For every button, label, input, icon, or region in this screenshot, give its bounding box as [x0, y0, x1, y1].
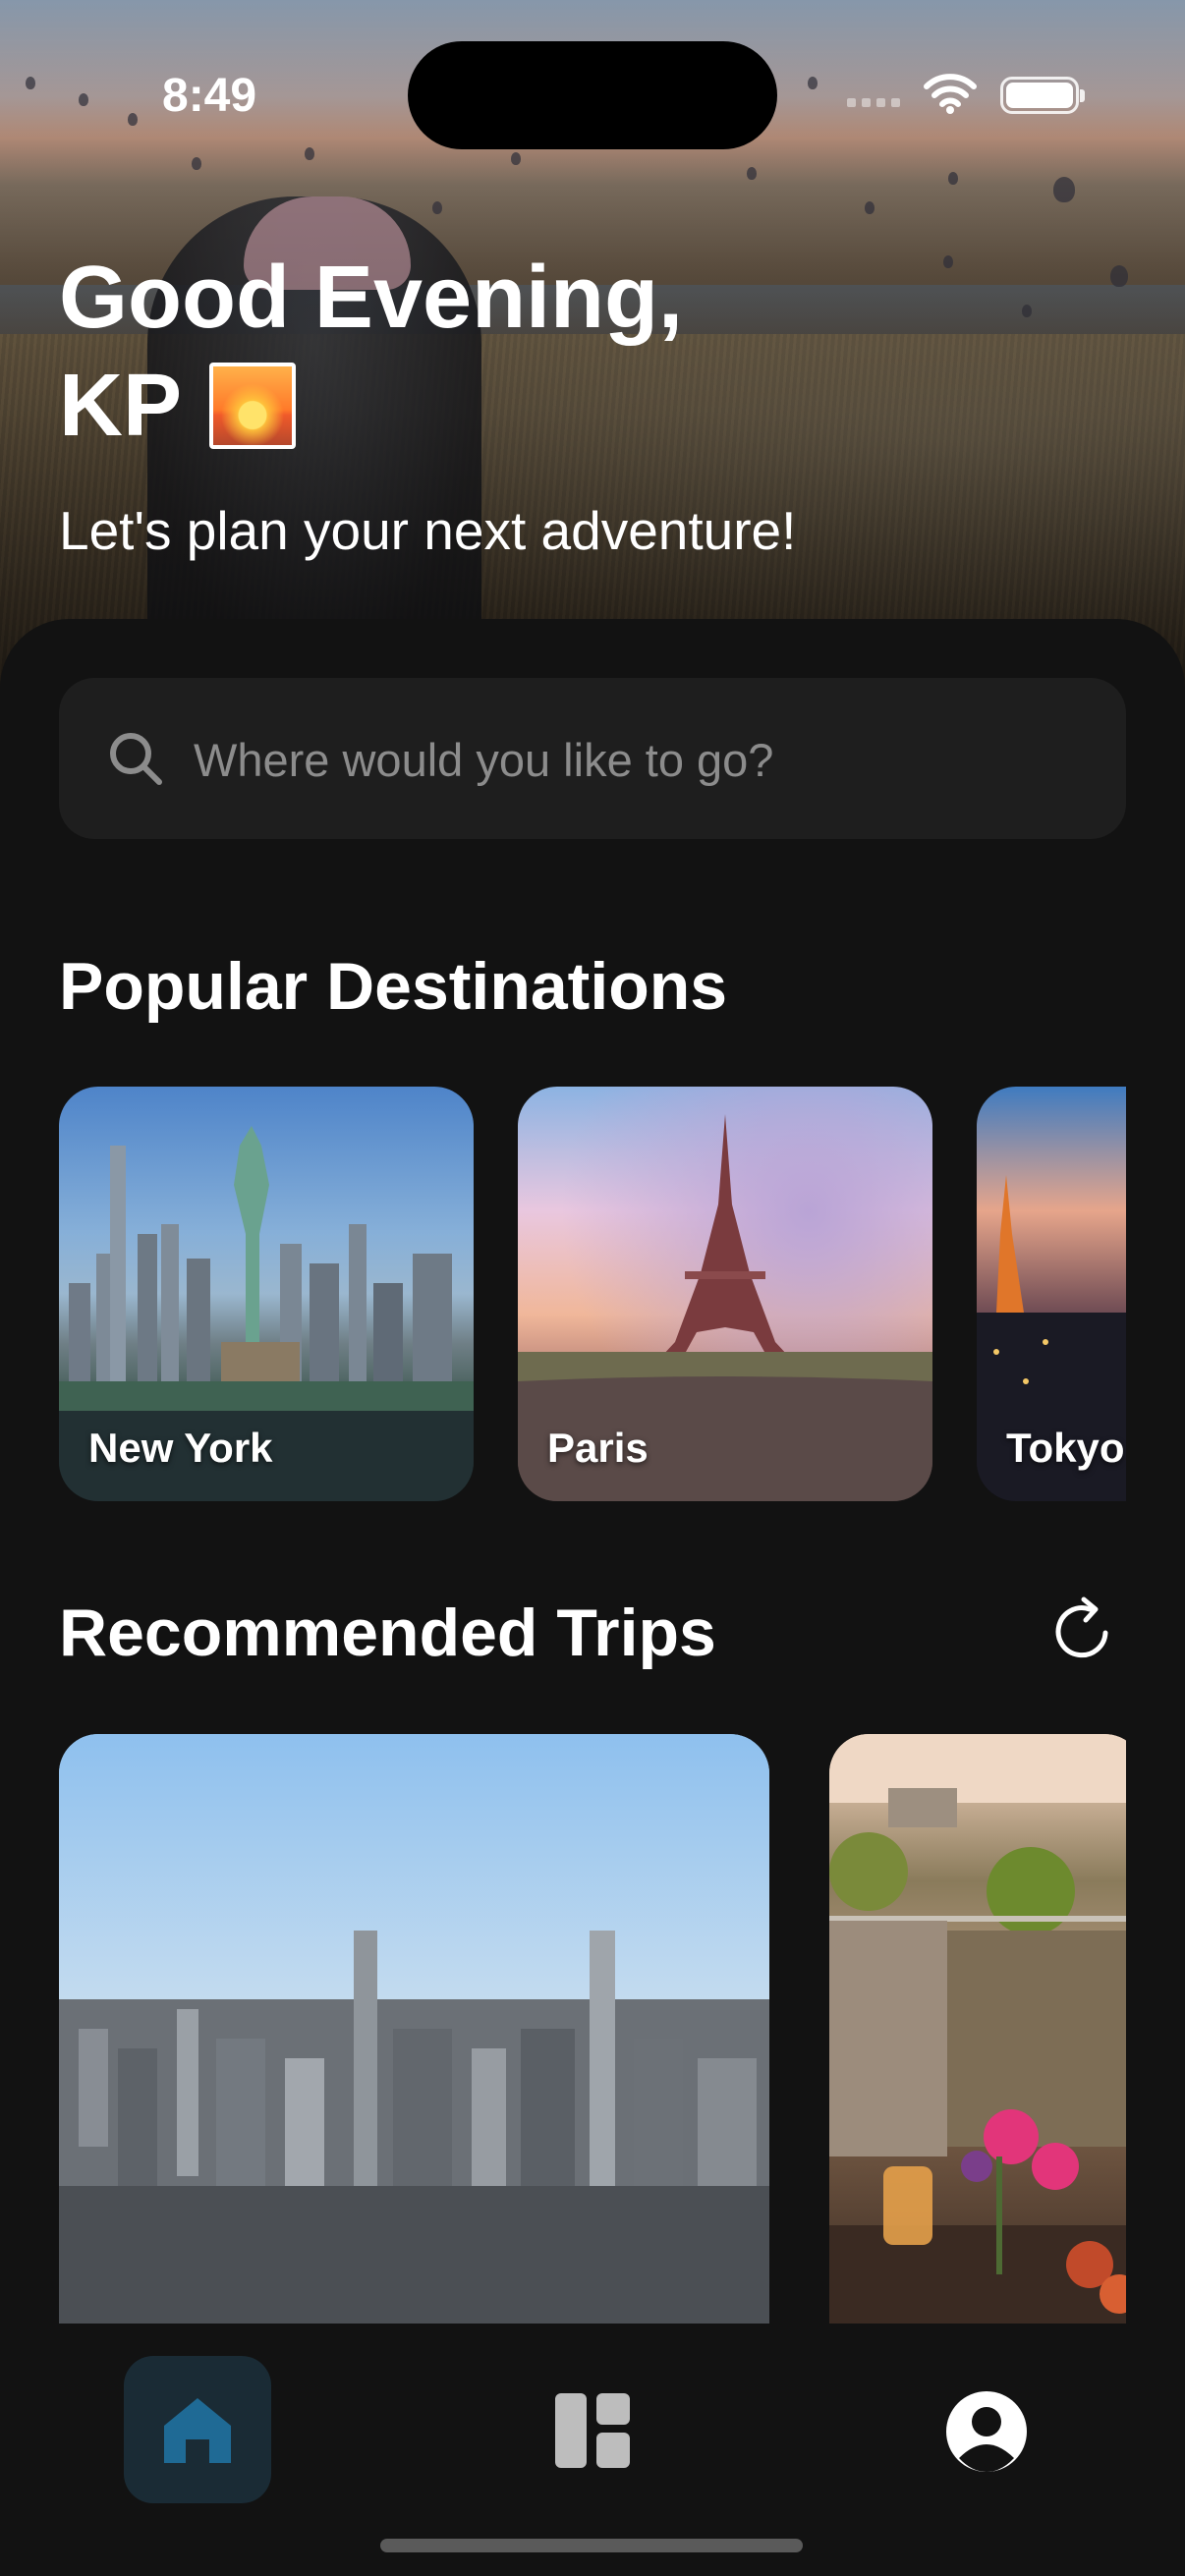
trip-card[interactable]: [829, 1734, 1126, 2324]
recommended-trips-title: Recommended Trips: [59, 1596, 716, 1670]
destination-name: New York: [88, 1425, 273, 1471]
home-indicator: [380, 2539, 803, 2552]
profile-icon[interactable]: [944, 2389, 1029, 2474]
dashboard-icon[interactable]: [553, 2391, 632, 2470]
cellular-signal-icon: [847, 98, 900, 107]
popular-destinations-title: Popular Destinations: [59, 949, 728, 1024]
destination-name: Tokyo: [1006, 1425, 1125, 1471]
greeting-name: KP: [59, 357, 183, 455]
recommended-trips-carousel[interactable]: [59, 1734, 1126, 2324]
greeting-subtitle: Let's plan your next adventure!: [59, 500, 797, 561]
search-icon: [110, 733, 162, 785]
destination-card-paris[interactable]: Paris: [518, 1087, 932, 1501]
greeting-line: Good Evening,: [59, 249, 684, 347]
trip-card[interactable]: [59, 1734, 769, 2324]
refresh-icon[interactable]: [1046, 1594, 1121, 1668]
destination-card-new-york[interactable]: New York: [59, 1087, 474, 1501]
destination-name: Paris: [547, 1425, 649, 1471]
dynamic-island: [408, 41, 777, 149]
battery-icon: [1000, 77, 1085, 114]
wifi-icon: [924, 74, 977, 114]
popular-destinations-carousel[interactable]: New York Paris Tokyo: [59, 1087, 1126, 1501]
search-bar[interactable]: [59, 678, 1126, 839]
terrace-dining-image: [829, 1734, 1126, 2324]
city-aerial-image: [59, 1931, 769, 2324]
home-icon: [164, 2398, 231, 2463]
search-input[interactable]: [192, 717, 1080, 802]
destination-card-tokyo[interactable]: Tokyo: [977, 1087, 1126, 1501]
tab-home[interactable]: [124, 2356, 271, 2503]
greeting-heading: Good Evening, KP: [59, 244, 683, 460]
status-time: 8:49: [162, 70, 257, 122]
sunset-emoji-icon: [209, 363, 297, 449]
